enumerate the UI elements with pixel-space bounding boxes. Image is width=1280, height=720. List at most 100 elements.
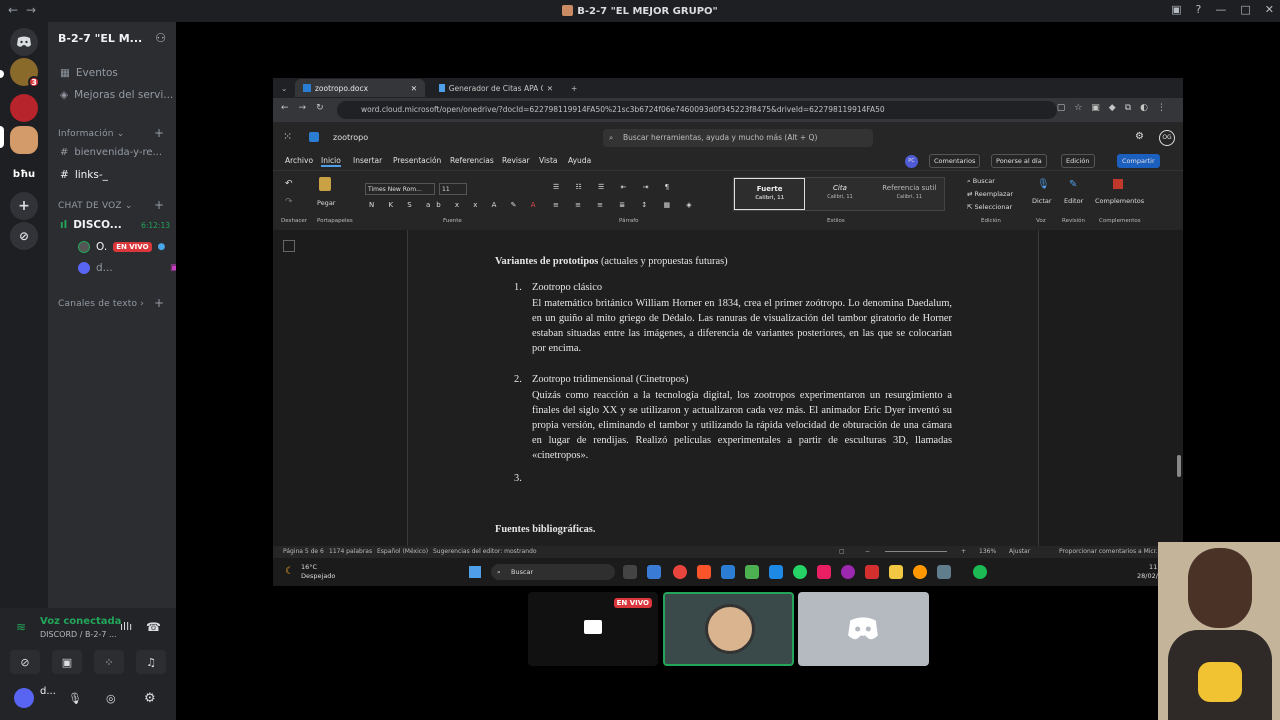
menu-referencias[interactable]: Referencias — [450, 156, 494, 165]
comments-button[interactable]: Comentarios — [929, 154, 981, 168]
mic-icon[interactable]: 🎙 — [68, 692, 82, 705]
inbox-icon[interactable]: ▣ — [1171, 3, 1181, 16]
new-tab-icon[interactable]: + — [563, 79, 585, 97]
redo-icon[interactable]: ↷ — [285, 197, 293, 207]
zoom-out[interactable]: − — [865, 546, 870, 558]
language[interactable]: Español (México) — [377, 546, 428, 558]
server-icon-text[interactable]: bħu — [10, 160, 38, 188]
events-item[interactable]: ▦ Eventos — [60, 67, 118, 79]
discord-home-icon[interactable] — [10, 28, 38, 56]
activities-icon[interactable]: ⁘ — [94, 650, 124, 674]
focus-icon[interactable]: ▢ — [839, 546, 845, 558]
account-avatar[interactable]: OG — [1159, 130, 1175, 146]
app-launcher-icon[interactable]: ⁙ — [283, 130, 292, 143]
channel-bienvenida[interactable]: # bienvenida-y-re... — [60, 147, 162, 158]
paste-button[interactable]: Pegar — [317, 199, 335, 207]
zoom-slider[interactable] — [885, 551, 947, 552]
menu-archivo[interactable]: Archivo — [285, 156, 313, 165]
tab-zootropo[interactable]: zootropo.docx ✕ — [295, 79, 425, 97]
chrome-icon[interactable] — [673, 565, 687, 579]
editor-suggestions[interactable]: Sugerencias del editor: mostrando — [433, 546, 537, 558]
invite-icon[interactable]: ⚇ — [155, 31, 166, 45]
menu-vista[interactable]: Vista — [539, 156, 558, 165]
headset-icon[interactable]: ◎ — [106, 692, 116, 705]
server-icon-active[interactable] — [10, 126, 38, 154]
app-icon-6[interactable] — [937, 565, 951, 579]
server-icon-1[interactable]: 3 — [10, 58, 40, 88]
tab-close-icon[interactable]: ✕ — [411, 84, 417, 93]
camera-off-icon[interactable]: ⊘ — [10, 650, 40, 674]
app-icon-5[interactable] — [913, 565, 927, 579]
noise-icon[interactable]: ıllı — [120, 620, 132, 633]
stream-thumbnail[interactable]: EN VIVO — [528, 592, 658, 666]
edge-icon[interactable] — [721, 565, 735, 579]
whatsapp-icon[interactable] — [793, 565, 807, 579]
nav-buttons[interactable]: ←→↻ — [281, 103, 334, 113]
category-voice[interactable]: CHAT DE VOZ ⌄ — [58, 201, 133, 211]
tab-citas[interactable]: Generador de Citas APA Gratui... ✕ — [431, 79, 561, 97]
add-server-icon[interactable]: + — [10, 192, 38, 220]
style-cita[interactable]: Cita Calibri, 11 — [805, 178, 874, 210]
catchup-button[interactable]: Ponerse al día — [991, 154, 1047, 168]
tab-menu-icon[interactable]: ⌄ — [273, 79, 295, 97]
app-icon-4[interactable] — [865, 565, 879, 579]
task-view-icon[interactable] — [623, 565, 637, 579]
font-format-icons[interactable]: N K S ab x x A ✎ A — [369, 201, 542, 209]
username[interactable]: d... — [40, 686, 56, 697]
zoom-in[interactable]: + — [961, 546, 966, 558]
dictate-button[interactable]: Dictar — [1032, 197, 1052, 205]
document-page[interactable]: Variantes de prototipos (actuales y prop… — [407, 230, 1039, 546]
taskbar-search[interactable]: ⌕ Buscar — [491, 564, 615, 580]
boosts-item[interactable]: ◈ Mejoras del servi... — [60, 89, 173, 101]
add-text-channel-icon[interactable]: + — [154, 296, 164, 310]
disconnect-icon[interactable]: ☎ — [146, 620, 161, 634]
help-icon[interactable]: ? — [1196, 3, 1202, 16]
voice-channel[interactable]: ıl DISCO... 6:12:13 — [60, 219, 170, 231]
document-name[interactable]: zootropo — [333, 133, 368, 142]
share-button[interactable]: Compartir — [1117, 154, 1160, 168]
replace-button[interactable]: ⇄ Reemplazar — [967, 190, 1013, 198]
app-icon-2[interactable] — [817, 565, 831, 579]
find-button[interactable]: ⌕ Buscar — [967, 177, 995, 186]
extension-icons[interactable]: ▢☆▣◆⧉◐⋮ — [1057, 103, 1175, 113]
editor-button[interactable]: Editor — [1064, 197, 1083, 205]
editing-button[interactable]: Edición — [1061, 154, 1095, 168]
avatar[interactable] — [14, 688, 34, 708]
menu-revisar[interactable]: Revisar — [502, 156, 530, 165]
category-info[interactable]: Información ⌄ — [58, 129, 125, 139]
feedback-link[interactable]: Proporcionar comentarios a Micr... — [1059, 546, 1161, 558]
nav-pane-icon[interactable] — [283, 240, 295, 252]
paste-icon[interactable] — [319, 177, 331, 191]
copilot-icon[interactable] — [647, 565, 661, 579]
page-count[interactable]: Página 5 de 6 — [283, 546, 324, 558]
start-icon[interactable] — [469, 566, 481, 578]
word-count[interactable]: 1174 palabras — [329, 546, 372, 558]
align-icons[interactable]: ≡ ≡ ≡ ≣ ↕ ▦ ◈ — [553, 201, 699, 209]
font-size-select[interactable]: 11 — [439, 183, 467, 195]
vscode-icon[interactable] — [769, 565, 783, 579]
app-icon[interactable] — [745, 565, 759, 579]
user-tile-speaking[interactable] — [663, 592, 794, 666]
settings-icon[interactable]: ⚙ — [1135, 131, 1144, 142]
font-name-select[interactable]: Times New Rom... — [365, 183, 435, 195]
file-explorer-icon[interactable] — [889, 565, 903, 579]
word-search[interactable]: ⌕ Buscar herramientas, ayuda y mucho más … — [603, 129, 873, 147]
voice-user-2[interactable]: d... ▣ — [78, 262, 179, 274]
channel-links[interactable]: # links-_ — [60, 169, 108, 181]
category-text[interactable]: Canales de texto › — [58, 299, 144, 309]
user-tile[interactable] — [798, 592, 929, 666]
url-field[interactable]: word.cloud.microsoft/open/onedrive/?docI… — [337, 101, 1057, 119]
voice-user-1[interactable]: O. EN VIVO ● — [78, 241, 165, 253]
voice-status[interactable]: Voz conectada — [40, 616, 121, 627]
maximize-icon[interactable]: □ — [1240, 3, 1250, 16]
fit-button[interactable]: Ajustar — [1009, 546, 1030, 558]
menu-insertar[interactable]: Insertar — [353, 156, 382, 165]
discover-icon[interactable]: ⊘ — [10, 222, 38, 250]
soundboard-icon[interactable]: ♫ — [136, 650, 166, 674]
style-referencia[interactable]: Referencia sutil Calibri, 11 — [875, 178, 944, 210]
minimize-icon[interactable]: — — [1215, 3, 1226, 16]
pc-avatar[interactable]: PC — [905, 155, 918, 168]
addins-button[interactable]: Complementos — [1095, 197, 1144, 205]
style-fuerte[interactable]: Fuerte Calibri, 11 — [734, 178, 806, 210]
menu-presentacion[interactable]: Presentación — [393, 156, 441, 165]
